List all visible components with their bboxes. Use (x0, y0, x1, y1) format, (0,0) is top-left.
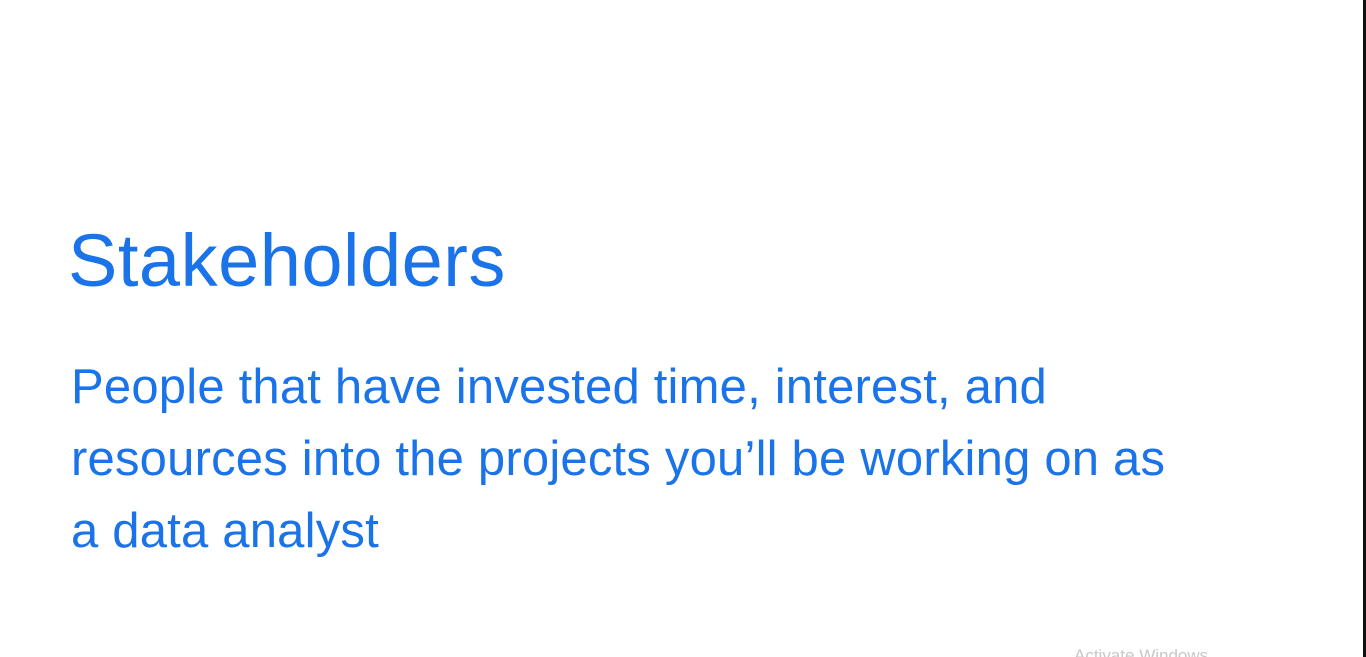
activation-watermark: Activate Windows (1074, 646, 1209, 657)
slide: Stakeholders People that have invested t… (0, 0, 1366, 657)
stakeholders-definition: People that have invested time, interest… (71, 360, 1166, 558)
slide-title: Stakeholders (68, 219, 506, 302)
